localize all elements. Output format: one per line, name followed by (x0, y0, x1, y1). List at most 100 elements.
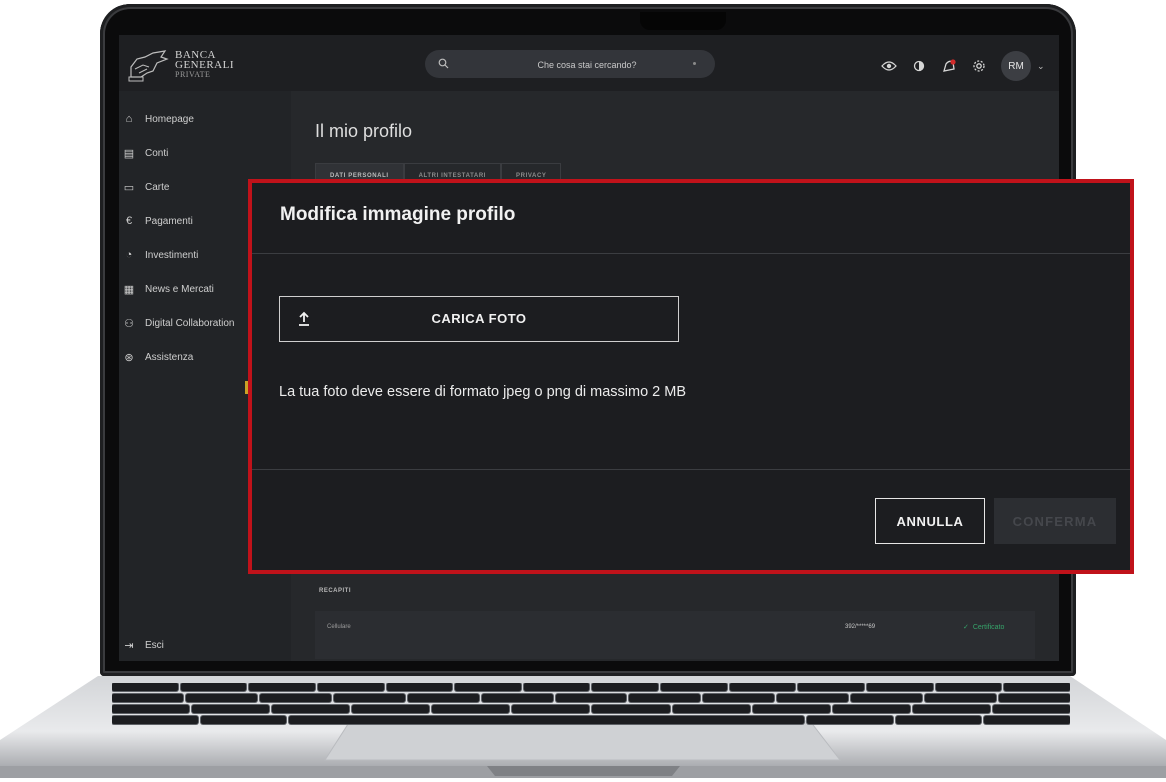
bank-name-line3: PRIVATE (175, 70, 211, 79)
logout-icon: ⇥ (124, 639, 134, 652)
database-icon: ▤ (123, 147, 135, 160)
check-icon: ✓ (963, 624, 969, 631)
key (112, 683, 178, 691)
key (185, 694, 257, 702)
newspaper-icon: ▦ (123, 283, 135, 296)
key (112, 716, 198, 724)
edit-profile-image-modal: Modifica immagine profilo CARICA FOTO La… (248, 179, 1134, 574)
sidebar-item-conti[interactable]: ▤ Conti (123, 143, 169, 163)
key (180, 683, 247, 691)
sidebar-item-carte[interactable]: ▭ Carte (123, 177, 170, 197)
header-actions: RM ⌄ (881, 51, 1045, 81)
notification-bell-icon[interactable] (941, 58, 957, 74)
key (407, 694, 479, 702)
bank-name-line2: GENERALI (175, 59, 234, 71)
key (661, 683, 727, 691)
key (112, 705, 190, 713)
key (895, 716, 982, 724)
keyboard (112, 683, 1070, 729)
key (249, 683, 315, 691)
camera-notch (640, 12, 726, 30)
sidebar-item-label: News e Mercati (145, 283, 214, 295)
upload-photo-label: CARICA FOTO (431, 311, 527, 326)
sidebar-item-pagamenti[interactable]: € Pagamenti (123, 211, 193, 231)
confirm-button[interactable]: CONFERMA (994, 498, 1116, 544)
bank-logo[interactable]: BANCA GENERALI PRIVATE (127, 45, 257, 85)
avatar[interactable]: RM (1001, 51, 1031, 81)
status-label: Certificato (972, 623, 1005, 631)
key (925, 694, 997, 702)
key (912, 705, 990, 713)
sidebar-item-digital-collaboration[interactable]: ⚇ Digital Collaboration (123, 313, 235, 333)
key (112, 694, 183, 702)
key (851, 694, 923, 702)
home-icon: ⌂ (125, 113, 133, 125)
key (798, 683, 865, 691)
euro-icon: € (125, 215, 133, 227)
key (992, 705, 1070, 713)
key (592, 683, 659, 691)
section-recapiti: RECAPITI (319, 588, 352, 594)
key (200, 716, 287, 724)
sidebar-item-label: Investimenti (145, 249, 199, 261)
key (729, 683, 796, 691)
search-dot-icon (693, 62, 696, 65)
sidebar-item-label: Digital Collaboration (145, 317, 235, 329)
row-label-cellulare: Cellulare (327, 624, 351, 630)
key (629, 694, 701, 702)
key (752, 705, 830, 713)
table-row: Cellulare 392/*****69 ✓ Certificato (315, 611, 1035, 659)
key (832, 705, 910, 713)
sidebar-item-homepage[interactable]: ⌂ Homepage (123, 109, 194, 129)
modal-divider (252, 253, 1130, 254)
file-format-hint: La tua foto deve essere di formato jpeg … (279, 384, 687, 400)
cancel-button[interactable]: ANNULLA (875, 498, 985, 544)
keyboard-row (112, 683, 1070, 691)
sidebar-item-news[interactable]: ▦ News e Mercati (123, 279, 214, 299)
spacebar-key (289, 716, 804, 724)
key (984, 716, 1070, 724)
key (272, 705, 350, 713)
search-icon (438, 58, 449, 69)
sidebar-item-label: Conti (145, 147, 169, 159)
search-input[interactable] (485, 50, 689, 80)
key (259, 694, 331, 702)
eye-icon[interactable] (881, 58, 897, 74)
key (777, 694, 849, 702)
key (455, 683, 521, 691)
key (333, 694, 405, 702)
status-badge: ✓ Certificato (963, 623, 1005, 632)
card-icon: ▭ (123, 181, 135, 194)
collaboration-icon: ⚇ (124, 317, 134, 330)
lion-logo-icon (128, 50, 169, 82)
logout-label: Esci (145, 639, 164, 651)
page-title: Il mio profilo (315, 121, 413, 141)
chevron-down-icon[interactable]: ⌄ (1037, 61, 1045, 72)
key (672, 705, 750, 713)
key (481, 694, 553, 702)
sidebar-item-label: Carte (145, 181, 170, 193)
app-header: BANCA GENERALI PRIVATE Che cosa stai cer… (119, 35, 1059, 91)
key (352, 705, 430, 713)
gear-icon[interactable] (971, 58, 987, 74)
modal-divider (252, 469, 1130, 470)
row-value-phone: 392/*****69 (845, 624, 876, 630)
upload-photo-button[interactable]: CARICA FOTO (279, 296, 679, 342)
key (867, 683, 933, 691)
keyboard-row (112, 716, 1070, 724)
key (592, 705, 670, 713)
contrast-icon[interactable] (911, 58, 927, 74)
logout-button[interactable]: ⇥ Esci (123, 639, 164, 652)
sidebar-item-label: Pagamenti (145, 215, 193, 227)
keyboard-row (112, 694, 1070, 702)
key (555, 694, 627, 702)
search-bar[interactable] (425, 50, 715, 80)
sidebar-item-investimenti[interactable]: ◔ Investimenti (123, 245, 199, 265)
key (512, 705, 590, 713)
key (703, 694, 775, 702)
key (432, 705, 510, 713)
key (523, 683, 590, 691)
pie-chart-icon: ◔ (125, 249, 133, 261)
sidebar-item-label: Homepage (145, 113, 194, 125)
sidebar-item-assistenza[interactable]: ⊛ Assistenza (123, 347, 193, 367)
